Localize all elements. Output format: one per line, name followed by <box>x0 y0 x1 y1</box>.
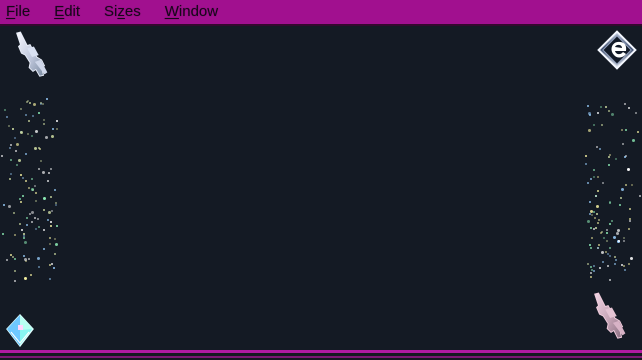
assault-rifle-icon[interactable] <box>587 289 635 349</box>
bottom-magenta-rule <box>0 356 642 358</box>
menu-sizes-label-post: es <box>124 3 141 20</box>
menu-window-label-rest: indow <box>178 3 219 20</box>
menu-window-mnemonic: W <box>164 3 179 20</box>
menu-sizes-label-pre: Si <box>104 3 118 20</box>
menu-file-mnemonic: F <box>6 3 16 20</box>
crystal-cube-icon[interactable] <box>3 312 37 350</box>
menu-window[interactable]: Window <box>165 0 218 24</box>
menu-sizes-mnemonic: z <box>117 3 125 20</box>
menu-edit[interactable]: Edit <box>54 0 80 24</box>
assault-rifle-icon[interactable] <box>8 28 56 88</box>
menu-file-label-rest: ile <box>15 3 31 20</box>
menu-file[interactable]: File <box>6 0 30 24</box>
desktop-screen: File Edit Sizes Window <box>0 0 642 360</box>
menu-sizes[interactable]: Sizes <box>104 0 141 24</box>
work-area[interactable] <box>0 26 642 350</box>
menu-bar: File Edit Sizes Window <box>0 0 642 26</box>
e-diamond-logo-icon[interactable] <box>595 28 639 72</box>
menu-edit-label-rest: dit <box>64 3 81 20</box>
menu-edit-mnemonic: E <box>54 3 65 20</box>
